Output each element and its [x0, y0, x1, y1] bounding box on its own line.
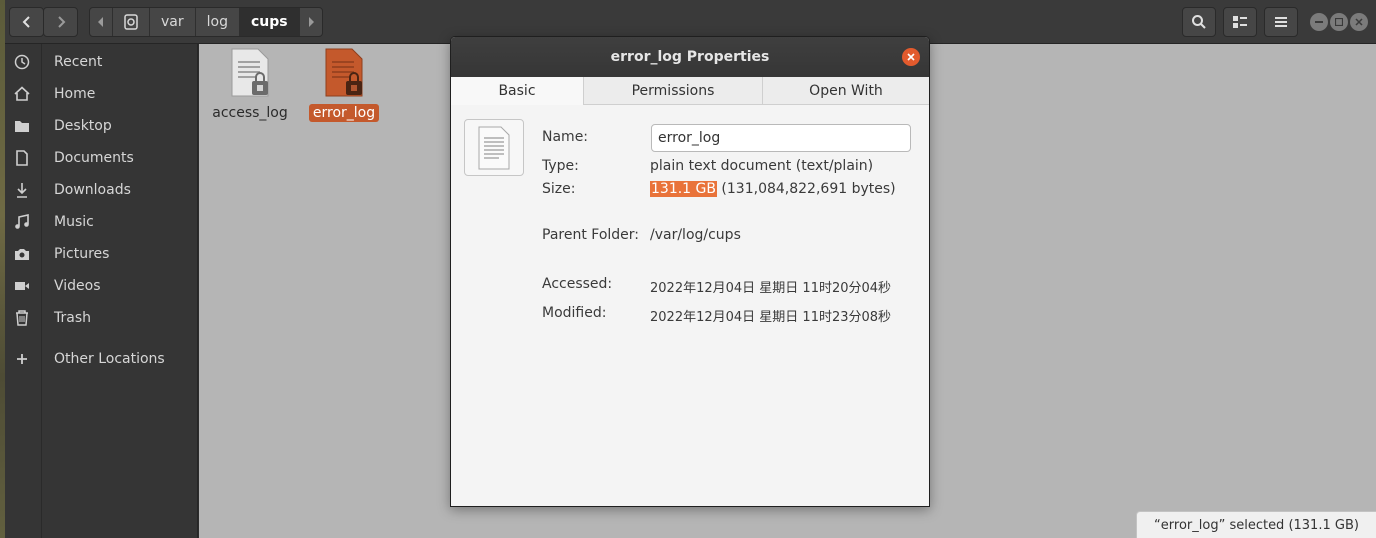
dialog-title: error_log Properties: [610, 49, 770, 65]
properties-dialog: error_log Properties Basic Permissions O…: [450, 36, 930, 507]
maximize-icon: [1335, 18, 1343, 26]
forward-button[interactable]: [43, 7, 78, 37]
sidebar-item-label: Downloads: [54, 182, 131, 198]
sidebar-item-label: Home: [54, 86, 96, 102]
sidebar-item-label: Trash: [54, 310, 91, 326]
window-close-button[interactable]: [1350, 13, 1368, 31]
clock-icon: [13, 53, 31, 71]
sidebar-item-desktop[interactable]: Desktop: [5, 111, 198, 141]
sidebar-item-label: Recent: [54, 54, 103, 70]
download-icon: [13, 181, 31, 199]
size-highlighted-text[interactable]: 131.1 GB: [650, 181, 717, 197]
maximize-button[interactable]: [1330, 13, 1348, 31]
path-segment-var[interactable]: var: [150, 8, 196, 36]
hamburger-icon: [1275, 17, 1287, 27]
sidebar-item-recent[interactable]: Recent: [5, 47, 198, 77]
close-icon: [1355, 18, 1363, 26]
file-item-access-log[interactable]: access_log: [205, 48, 295, 122]
parent-folder-value: /var/log/cups: [650, 227, 741, 243]
sidebar-item-videos[interactable]: Videos: [5, 271, 198, 301]
dialog-tabs: Basic Permissions Open With: [451, 77, 929, 105]
document-icon: [13, 149, 31, 167]
sidebar: Recent Home Desktop Documents Downloads …: [5, 44, 198, 538]
camera-icon: [13, 245, 31, 263]
sidebar-item-label: Documents: [54, 150, 134, 166]
sidebar-item-home[interactable]: Home: [5, 79, 198, 109]
sidebar-item-trash[interactable]: Trash: [5, 303, 198, 333]
name-field[interactable]: [651, 124, 911, 152]
tab-basic[interactable]: Basic: [451, 77, 584, 105]
folder-icon: [13, 117, 31, 135]
tab-open-with[interactable]: Open With: [763, 77, 929, 105]
file-label: access_log: [212, 105, 288, 121]
sidebar-item-label: Videos: [54, 278, 101, 294]
sidebar-item-music[interactable]: Music: [5, 207, 198, 237]
triangle-right-icon: [308, 17, 314, 27]
search-button[interactable]: [1182, 7, 1216, 37]
dialog-titlebar: error_log Properties: [451, 37, 929, 77]
path-scroll-right-button[interactable]: [300, 8, 322, 36]
sidebar-item-label: Pictures: [54, 246, 110, 262]
size-bytes-text: (131,084,822,691 bytes): [716, 181, 896, 197]
back-button[interactable]: [9, 7, 44, 37]
size-value: 131.1 GB (131,084,822,691 bytes): [650, 181, 896, 197]
file-label: error_log: [308, 104, 380, 122]
sidebar-item-pictures[interactable]: Pictures: [5, 239, 198, 269]
accessed-label: Accessed:: [542, 276, 613, 292]
path-segment-cups[interactable]: cups: [239, 8, 300, 36]
modified-label: Modified:: [542, 305, 607, 321]
path-root-button[interactable]: [113, 8, 150, 36]
file-preview: [464, 119, 524, 176]
dialog-body: Name: Type: plain text document (text/pl…: [451, 105, 929, 506]
size-label: Size:: [542, 181, 576, 197]
list-view-icon: [1233, 16, 1247, 28]
minimize-button[interactable]: [1310, 13, 1328, 31]
triangle-left-icon: [98, 17, 103, 27]
tab-permissions[interactable]: Permissions: [584, 77, 763, 105]
file-item-error-log[interactable]: error_log: [299, 48, 389, 122]
sidebar-item-documents[interactable]: Documents: [5, 143, 198, 173]
locked-text-file-icon: [325, 48, 363, 97]
trash-icon: [13, 309, 31, 327]
type-value: plain text document (text/plain): [650, 158, 874, 174]
locked-text-file-icon: [231, 48, 269, 97]
sidebar-item-label: Desktop: [54, 118, 112, 134]
drive-icon: [124, 14, 138, 30]
sidebar-item-label: Music: [54, 214, 94, 230]
sidebar-item-other-locations[interactable]: Other Locations: [5, 344, 198, 374]
name-label: Name:: [542, 129, 589, 145]
minimize-icon: [1315, 21, 1323, 23]
chevron-left-icon: [22, 16, 30, 28]
type-label: Type:: [542, 158, 579, 174]
parent-folder-label: Parent Folder:: [542, 227, 640, 243]
path-bar: var log cups: [89, 7, 323, 37]
menu-button[interactable]: [1264, 7, 1298, 37]
dialog-close-button[interactable]: [902, 48, 920, 66]
view-toggle-button[interactable]: [1223, 7, 1257, 37]
text-document-icon: [478, 126, 510, 169]
status-bar: “error_log” selected (131.1 GB): [1136, 511, 1376, 538]
music-icon: [13, 213, 31, 231]
accessed-value: 2022年12月04日 星期日 11时20分04秒: [650, 281, 892, 296]
path-scroll-left-button[interactable]: [90, 8, 113, 36]
plus-icon: [13, 350, 31, 368]
path-segment-log[interactable]: log: [196, 8, 240, 36]
modified-value: 2022年12月04日 星期日 11时23分08秒: [650, 310, 892, 325]
sidebar-item-downloads[interactable]: Downloads: [5, 175, 198, 205]
close-icon: [907, 53, 915, 61]
search-icon: [1192, 15, 1206, 29]
chevron-right-icon: [57, 16, 65, 28]
video-icon: [13, 277, 31, 295]
home-icon: [13, 85, 31, 103]
sidebar-item-label: Other Locations: [54, 351, 165, 367]
